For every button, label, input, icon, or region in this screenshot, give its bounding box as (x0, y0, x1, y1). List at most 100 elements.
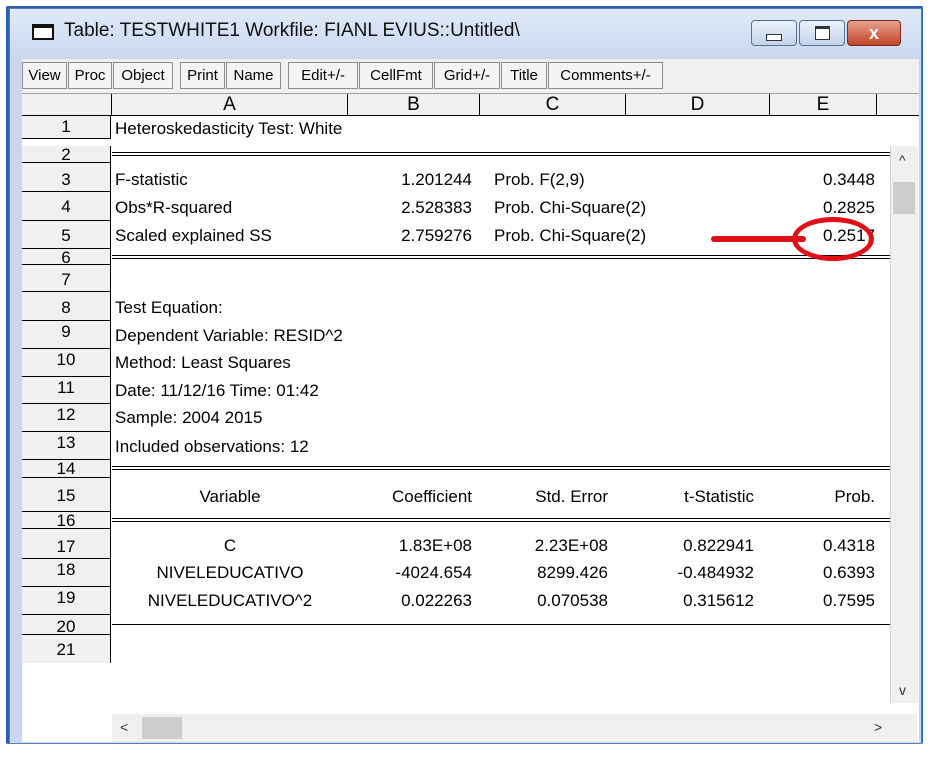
cell-value[interactable]: 8299.426 (480, 562, 608, 584)
cell-label[interactable]: Obs*R-squared (115, 197, 232, 219)
separator-line (112, 466, 900, 470)
cell-value[interactable]: 0.822941 (626, 535, 754, 557)
row-header[interactable]: 6 (22, 249, 111, 267)
cell-value[interactable]: 2.759276 (348, 225, 472, 247)
vertical-scrollbar[interactable]: ^ v (890, 146, 918, 703)
row-header[interactable]: 20 (22, 615, 111, 636)
cell-text[interactable]: Method: Least Squares (115, 352, 291, 374)
cell-text[interactable]: Included observations: 12 (115, 436, 309, 458)
row-header[interactable]: 13 (22, 432, 111, 460)
column-header-c[interactable]: C (480, 94, 626, 116)
column-header-e[interactable]: E (770, 94, 877, 116)
cell-text[interactable]: Sample: 2004 2015 (115, 407, 262, 429)
cell-label[interactable]: Prob. Chi-Square(2) (494, 197, 646, 219)
row-header[interactable]: 21 (22, 635, 111, 663)
cell-value[interactable]: 0.4318 (792, 535, 875, 557)
cell-variable[interactable]: NIVELEDUCATIVO^2 (112, 590, 348, 612)
column-header-b[interactable]: B (348, 94, 480, 116)
cell-variable[interactable]: C (112, 535, 348, 557)
column-header-f[interactable] (877, 94, 919, 116)
row-header[interactable]: 2 (22, 146, 111, 163)
row-header[interactable]: 14 (22, 460, 111, 478)
cell-value[interactable]: -0.484932 (626, 562, 754, 584)
object-button[interactable]: Object (113, 62, 173, 89)
cell-label[interactable]: Prob. F(2,9) (494, 169, 585, 191)
resize-grip[interactable] (890, 714, 917, 742)
row-header[interactable]: 1 (22, 116, 111, 139)
cellfmt-button[interactable]: CellFmt (359, 62, 433, 89)
row-header[interactable]: 7 (22, 265, 111, 292)
cell-value[interactable]: 0.3448 (792, 169, 875, 191)
column-header-a[interactable]: A (112, 94, 348, 116)
cell-value[interactable]: 0.6393 (792, 562, 875, 584)
cell-text[interactable]: Dependent Variable: RESID^2 (115, 325, 343, 347)
annotation-circle (792, 217, 874, 261)
row-header[interactable]: 18 (22, 559, 111, 587)
horizontal-scroll-thumb[interactable] (142, 717, 182, 739)
title-button[interactable]: Title (501, 62, 547, 89)
cell-text[interactable]: Test Equation: (115, 297, 223, 319)
close-icon: x (868, 23, 879, 43)
edit-button[interactable]: Edit+/- (288, 62, 358, 89)
horizontal-scrollbar[interactable]: < > (112, 714, 890, 742)
row-header[interactable]: 12 (22, 404, 111, 432)
maximize-button[interactable] (799, 20, 845, 46)
comments-button[interactable]: Comments+/- (548, 62, 663, 89)
cell-header[interactable]: Prob. (792, 486, 875, 508)
cell-value[interactable]: 1.83E+08 (348, 535, 472, 557)
cell-value[interactable]: 0.7595 (792, 590, 875, 612)
vertical-scroll-thumb[interactable] (893, 182, 915, 214)
cell-value[interactable]: 2.23E+08 (480, 535, 608, 557)
print-button[interactable]: Print (180, 62, 225, 89)
cell-value[interactable]: 0.315612 (626, 590, 754, 612)
title-bar[interactable]: Table: TESTWHITE1 Workfile: FIANL EVIUS:… (10, 9, 921, 59)
minimize-button[interactable] (751, 20, 797, 46)
cell-label[interactable]: Scaled explained SS (115, 225, 272, 247)
corner-header[interactable] (22, 94, 112, 116)
cell-label[interactable]: F-statistic (115, 169, 188, 191)
cell-header[interactable]: Std. Error (480, 486, 608, 508)
cell-value[interactable]: 0.022263 (348, 590, 472, 612)
scroll-down-icon[interactable]: v (899, 682, 906, 698)
row-header[interactable]: 9 (22, 321, 111, 349)
close-button[interactable]: x (847, 20, 901, 46)
row-header[interactable]: 4 (22, 192, 111, 221)
separator-line (112, 255, 900, 259)
cell-value[interactable]: 0.070538 (480, 590, 608, 612)
scroll-up-icon[interactable]: ^ (899, 152, 906, 168)
grid-button[interactable]: Grid+/- (434, 62, 500, 89)
cell-value[interactable]: -4024.654 (348, 562, 472, 584)
proc-button[interactable]: Proc (68, 62, 112, 89)
scroll-left-icon[interactable]: < (120, 719, 128, 735)
cell-value[interactable]: 1.201244 (348, 169, 472, 191)
row-header[interactable]: 10 (22, 349, 111, 377)
row-header[interactable]: 5 (22, 221, 111, 249)
cell-value[interactable]: 2.528383 (348, 197, 472, 219)
cell-test-title[interactable]: Heteroskedasticity Test: White (115, 118, 342, 140)
scroll-right-icon[interactable]: > (874, 719, 882, 735)
row-header[interactable]: 8 (22, 292, 111, 321)
window-icon (32, 24, 54, 40)
row-header[interactable]: 3 (22, 163, 111, 192)
row-header[interactable]: 11 (22, 377, 111, 404)
minimize-icon (766, 33, 782, 41)
cell-text[interactable]: Date: 11/12/16 Time: 01:42 (115, 380, 319, 402)
table-window: Table: TESTWHITE1 Workfile: FIANL EVIUS:… (9, 8, 922, 744)
cell-variable[interactable]: NIVELEDUCATIVO (112, 562, 348, 584)
cell-label[interactable]: Prob. Chi-Square(2) (494, 225, 646, 247)
separator-line (112, 624, 900, 625)
name-button[interactable]: Name (226, 62, 281, 89)
cell-header[interactable]: Variable (112, 486, 348, 508)
separator-line (112, 518, 900, 522)
column-header-d[interactable]: D (626, 94, 770, 116)
cell-header[interactable]: t-Statistic (626, 486, 754, 508)
spreadsheet-grid[interactable]: A B C D E 1 2 3 4 5 6 7 8 9 10 11 12 13 … (22, 94, 919, 742)
row-header[interactable]: 19 (22, 587, 111, 615)
cell-header[interactable]: Coefficient (348, 486, 472, 508)
cell-value-highlighted[interactable]: 0.2825 (792, 197, 875, 219)
row-header[interactable]: 15 (22, 478, 111, 512)
window-title: Table: TESTWHITE1 Workfile: FIANL EVIUS:… (64, 20, 520, 41)
row-header[interactable]: 17 (22, 529, 111, 559)
view-button[interactable]: View (22, 62, 67, 89)
row-header[interactable]: 16 (22, 512, 111, 530)
